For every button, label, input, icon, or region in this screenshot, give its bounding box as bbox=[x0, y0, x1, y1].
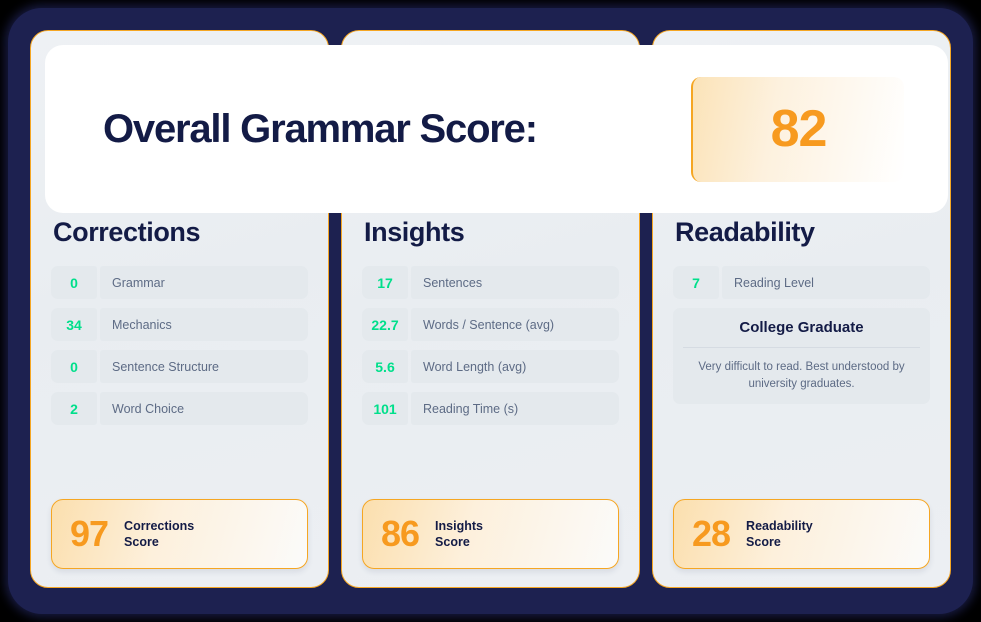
stat-label: Sentences bbox=[411, 266, 619, 299]
card-title-readability: Readability bbox=[675, 217, 815, 247]
score-label-line2: Score bbox=[124, 535, 159, 549]
stat-row: 0 Grammar bbox=[51, 266, 308, 299]
stat-value: 22.7 bbox=[362, 308, 408, 341]
stat-value: 101 bbox=[362, 392, 408, 425]
score-box-insights: 86 Insights Score bbox=[362, 499, 619, 569]
score-value: 28 bbox=[692, 513, 731, 554]
score-label: Corrections Score bbox=[124, 518, 194, 550]
stat-rows-insights: 17 Sentences 22.7 Words / Sentence (avg)… bbox=[362, 266, 619, 425]
score-label-line2: Score bbox=[746, 535, 781, 549]
stat-row: 101 Reading Time (s) bbox=[362, 392, 619, 425]
stat-row: 22.7 Words / Sentence (avg) bbox=[362, 308, 619, 341]
reading-level-block: College Graduate Very difficult to read.… bbox=[673, 308, 930, 405]
score-label: Readability Score bbox=[746, 518, 813, 550]
stat-row: 5.6 Word Length (avg) bbox=[362, 350, 619, 383]
stat-value: 34 bbox=[51, 308, 97, 341]
app-frame: Corrections 0 Grammar 34 Mechanics 0 Sen… bbox=[8, 8, 973, 614]
stat-label: Word Length (avg) bbox=[411, 350, 619, 383]
stat-rows-readability: 7 Reading Level bbox=[673, 266, 930, 299]
stat-label: Word Choice bbox=[100, 392, 308, 425]
stat-row: 0 Sentence Structure bbox=[51, 350, 308, 383]
stat-row: 2 Word Choice bbox=[51, 392, 308, 425]
score-label: Insights Score bbox=[435, 518, 483, 550]
stat-label: Words / Sentence (avg) bbox=[411, 308, 619, 341]
stat-label: Sentence Structure bbox=[100, 350, 308, 383]
score-label-line2: Score bbox=[435, 535, 470, 549]
stat-value: 2 bbox=[51, 392, 97, 425]
card-title-corrections: Corrections bbox=[53, 217, 201, 247]
score-label-line1: Insights bbox=[435, 519, 483, 533]
overall-score-badge: 82 bbox=[691, 76, 904, 182]
stat-row: 7 Reading Level bbox=[673, 266, 930, 299]
score-label-line1: Corrections bbox=[124, 519, 195, 533]
overall-score-value: 82 bbox=[770, 100, 828, 158]
stat-value: 7 bbox=[673, 266, 719, 299]
stat-value: 0 bbox=[51, 266, 97, 299]
stat-label: Grammar bbox=[100, 266, 308, 299]
page-title: Overall Grammar Score: bbox=[103, 106, 538, 151]
overall-score-panel: Overall Grammar Score: 82 bbox=[45, 45, 948, 213]
stat-row: 34 Mechanics bbox=[51, 308, 308, 341]
reading-level-name: College Graduate bbox=[683, 319, 920, 348]
reading-level-description: Very difficult to read. Best understood … bbox=[698, 361, 905, 390]
stat-value: 17 bbox=[362, 266, 408, 299]
stat-row: 17 Sentences bbox=[362, 266, 619, 299]
stat-label: Mechanics bbox=[100, 308, 308, 341]
score-box-readability: 28 Readability Score bbox=[673, 499, 930, 569]
score-label-line1: Readability bbox=[746, 519, 813, 533]
card-title-insights: Insights bbox=[364, 217, 465, 247]
stat-value: 0 bbox=[51, 350, 97, 383]
stat-label: Reading Time (s) bbox=[411, 392, 619, 425]
stat-value: 5.6 bbox=[362, 350, 408, 383]
stat-label: Reading Level bbox=[722, 266, 930, 299]
score-box-corrections: 97 Corrections Score bbox=[51, 499, 308, 569]
score-value: 97 bbox=[70, 513, 109, 554]
score-value: 86 bbox=[381, 513, 420, 554]
stat-rows-corrections: 0 Grammar 34 Mechanics 0 Sentence Struct… bbox=[51, 266, 308, 425]
